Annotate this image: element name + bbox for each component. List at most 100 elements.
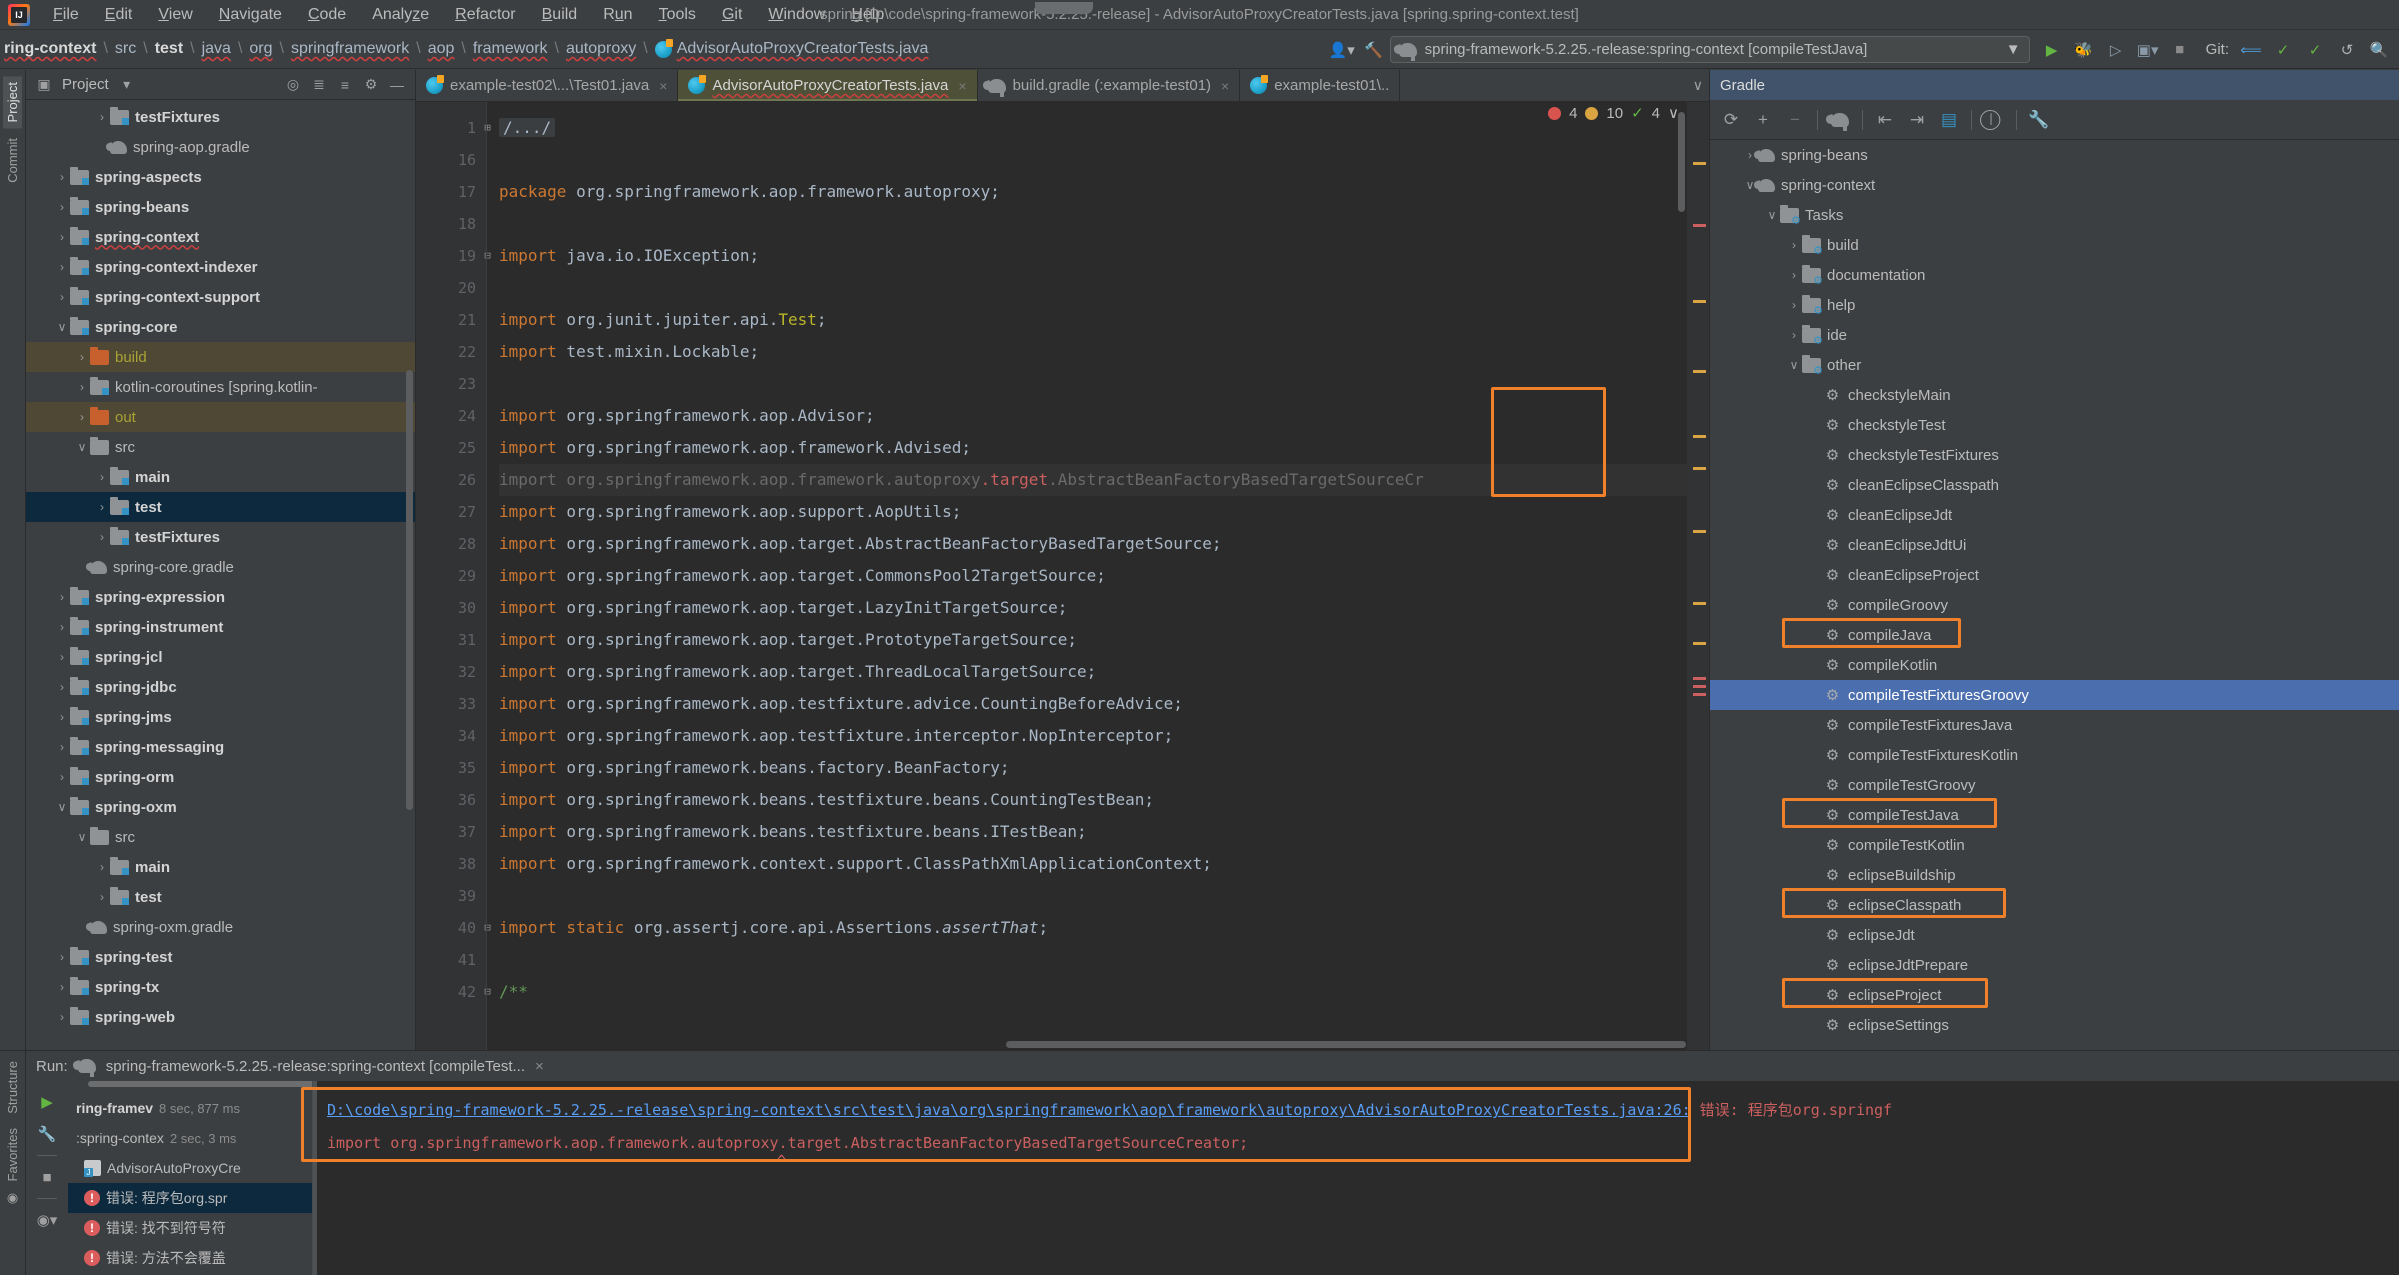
breadcrumb-item-3[interactable]: java [198, 38, 235, 60]
chevron-right-icon[interactable]: › [54, 590, 70, 604]
bookmark-icon[interactable]: ◉ [4, 1189, 22, 1207]
project-tree-row[interactable]: ›main [26, 852, 415, 882]
project-tree-row[interactable]: ›test [26, 492, 415, 522]
gradle-task-row[interactable]: ⚙checkstyleMain [1710, 380, 2399, 410]
gradle-task-row[interactable]: ⚙compileTestFixturesJava [1710, 710, 2399, 740]
menu-item-window[interactable]: Window [755, 3, 838, 27]
code-line[interactable]: import static org.assertj.core.api.Asser… [499, 912, 1687, 944]
run-console[interactable]: D:\code\spring-framework-5.2.25.-release… [312, 1081, 2399, 1275]
chevron-right-icon[interactable]: › [54, 770, 70, 784]
gradle-task-row[interactable]: ⚙eclipseBuildship [1710, 860, 2399, 890]
project-tree-row[interactable]: ›spring-messaging [26, 732, 415, 762]
editor-tab[interactable]: example-test01\.. [1240, 70, 1400, 101]
code-line[interactable]: import org.springframework.aop.target.Ab… [499, 528, 1687, 560]
breadcrumb-item-0[interactable]: ring-context [0, 38, 100, 60]
code-line[interactable]: import org.springframework.aop.target.Pr… [499, 624, 1687, 656]
gradle-task-row[interactable]: ∨Tasks [1710, 200, 2399, 230]
line-number[interactable]: 28 [416, 528, 486, 560]
code-line[interactable]: import org.springframework.aop.support.A… [499, 496, 1687, 528]
menu-item-refactor[interactable]: Refactor [442, 3, 528, 27]
line-number[interactable]: 35 [416, 752, 486, 784]
project-tree-row[interactable]: ›out [26, 402, 415, 432]
project-tree-scrollbar[interactable] [406, 370, 413, 810]
line-number[interactable]: 1⊞ [416, 112, 486, 144]
gradle-task-row[interactable]: ›help [1710, 290, 2399, 320]
run-tree-row[interactable]: ring-framev8 sec, 877 ms [68, 1093, 312, 1123]
project-tree-row[interactable]: ›spring-orm [26, 762, 415, 792]
run-tree-row[interactable]: !错误: 程序包org.spr [68, 1183, 312, 1213]
debug-icon[interactable]: 🐝 [2068, 34, 2100, 66]
project-tree-row[interactable]: spring-oxm.gradle [26, 912, 415, 942]
chevron-right-icon[interactable]: › [54, 740, 70, 754]
line-number[interactable]: 30 [416, 592, 486, 624]
line-number[interactable]: 34 [416, 720, 486, 752]
gradle-task-row[interactable]: ⚙eclipseProject [1710, 980, 2399, 1010]
code-line[interactable]: import org.springframework.beans.factory… [499, 752, 1687, 784]
menu-item-git[interactable]: Git [709, 3, 755, 27]
menu-item-edit[interactable]: Edit [92, 3, 146, 27]
chevron-right-icon[interactable]: › [74, 380, 90, 394]
chevron-right-icon[interactable]: › [54, 650, 70, 664]
chevron-right-icon[interactable]: › [54, 710, 70, 724]
chevron-right-icon[interactable]: › [54, 980, 70, 994]
gradle-task-row[interactable]: ⚙eclipseJdtPrepare [1710, 950, 2399, 980]
gradle-task-row[interactable]: ⚙checkstyleTestFixtures [1710, 440, 2399, 470]
git-commit-icon[interactable]: ✓ [2267, 34, 2299, 66]
chevron-down-icon[interactable]: ▾ [115, 73, 139, 97]
chevron-down-icon[interactable]: ∨ [1764, 208, 1780, 222]
line-number[interactable]: 23 [416, 368, 486, 400]
gradle-task-row[interactable]: ⚙cleanEclipseJdt [1710, 500, 2399, 530]
project-tree-row[interactable]: ›spring-context [26, 222, 415, 252]
stripe-error-marker[interactable] [1693, 685, 1706, 688]
gradle-task-row[interactable]: ⚙compileTestFixturesKotlin [1710, 740, 2399, 770]
line-number[interactable]: 32 [416, 656, 486, 688]
code-line[interactable]: import org.springframework.context.suppo… [499, 848, 1687, 880]
git-update-icon[interactable]: ⟸ [2235, 34, 2267, 66]
project-tree-row[interactable]: ›spring-beans [26, 192, 415, 222]
chevron-right-icon[interactable]: › [54, 620, 70, 634]
gradle-task-row[interactable]: ⚙eclipseSettings [1710, 1010, 2399, 1040]
hide-panel-icon[interactable]: — [385, 73, 409, 97]
project-tree-row[interactable]: ›testFixtures [26, 522, 415, 552]
line-number[interactable]: 18 [416, 208, 486, 240]
project-tree-row[interactable]: ›kotlin-coroutines [spring.kotlin- [26, 372, 415, 402]
gradle-task-row[interactable]: ∨other [1710, 350, 2399, 380]
editor-tab[interactable]: build.gradle (:example-test01)× [978, 70, 1241, 101]
run-tree-row[interactable]: :spring-contex2 sec, 3 ms [68, 1123, 312, 1153]
add-icon[interactable]: + [1748, 105, 1778, 135]
chevron-right-icon[interactable]: › [54, 230, 70, 244]
chevron-right-icon[interactable]: › [1786, 328, 1802, 342]
menu-item-code[interactable]: Code [295, 3, 359, 27]
chevron-right-icon[interactable]: › [54, 290, 70, 304]
project-tree-row[interactable]: ›spring-expression [26, 582, 415, 612]
gradle-task-row[interactable]: ⚙checkstyleTest [1710, 410, 2399, 440]
chevron-down-icon[interactable]: ∨ [74, 440, 90, 454]
line-number[interactable]: 24 [416, 400, 486, 432]
settings-gear-icon[interactable]: ⚙ [359, 73, 383, 97]
editor-vertical-scrollbar[interactable] [1678, 112, 1685, 212]
project-tree-row[interactable]: ›spring-instrument [26, 612, 415, 642]
expand-all-icon[interactable]: ⇤ [1870, 105, 1900, 135]
close-tab-icon[interactable]: × [659, 78, 667, 94]
line-number[interactable]: 39 [416, 880, 486, 912]
code-line[interactable]: import org.springframework.aop.target.Th… [499, 656, 1687, 688]
breadcrumb-item-4[interactable]: org [245, 38, 276, 60]
profile-icon[interactable]: 👤▾ [1326, 34, 1358, 66]
git-push-icon[interactable]: ✓ [2299, 34, 2331, 66]
line-number[interactable]: 16 [416, 144, 486, 176]
project-tree-row[interactable]: ›spring-context-indexer [26, 252, 415, 282]
gradle-task-row[interactable]: ⚙compileJava [1710, 620, 2399, 650]
menu-item-file[interactable]: File [40, 3, 92, 27]
collapse-all-icon[interactable]: ⇥ [1902, 105, 1932, 135]
chevron-down-icon[interactable]: ∨ [54, 800, 70, 814]
line-number[interactable]: 33 [416, 688, 486, 720]
run-tree-row[interactable]: !错误: 方法不会覆盖 [68, 1243, 312, 1273]
code-line[interactable]: import org.springframework.aop.target.Co… [499, 560, 1687, 592]
breadcrumb-item-1[interactable]: src [111, 38, 140, 60]
run-with-coverage-icon[interactable]: ▷ [2100, 34, 2132, 66]
stripe-warning-marker[interactable] [1693, 162, 1706, 165]
more-run-options-icon[interactable]: ▣▾ [2132, 34, 2164, 66]
gradle-task-row[interactable]: ⚙cleanEclipseJdtUi [1710, 530, 2399, 560]
line-number[interactable]: 36 [416, 784, 486, 816]
code-line[interactable]: import org.springframework.aop.framework… [499, 464, 1687, 496]
